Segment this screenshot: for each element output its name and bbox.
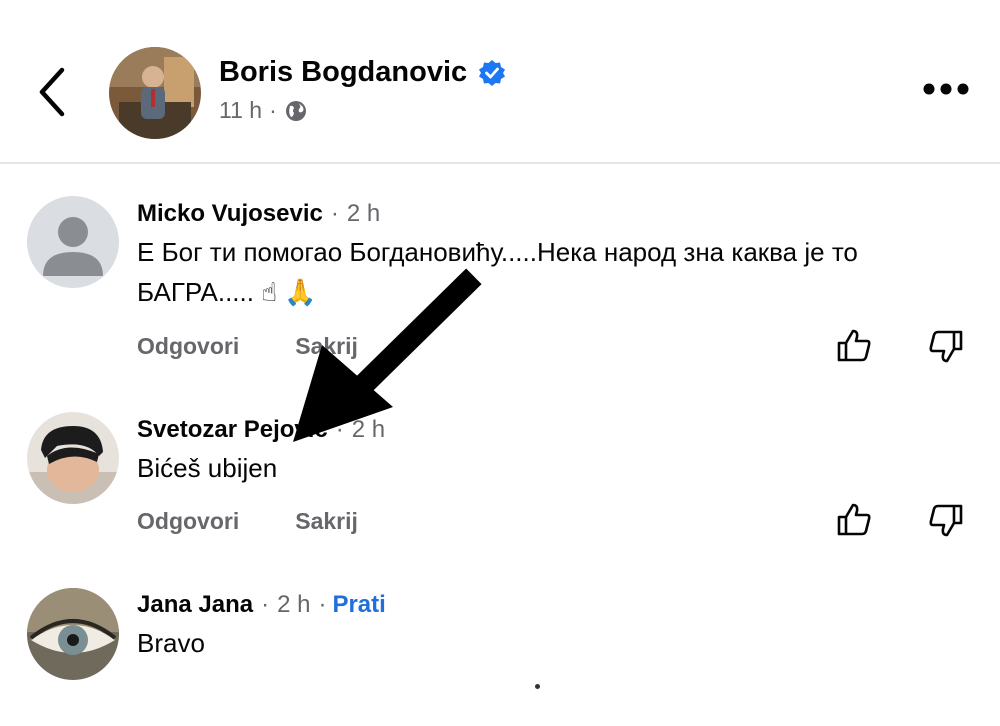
author-avatar[interactable] — [109, 47, 201, 139]
commenter-avatar[interactable] — [27, 412, 119, 504]
commenter-name[interactable]: Svetozar Pejovic — [137, 416, 328, 444]
thumbs-up-icon[interactable] — [836, 327, 872, 363]
commenter-name[interactable]: Jana Jana — [137, 591, 253, 619]
thumbs-up-icon[interactable] — [836, 501, 872, 537]
comment-header: Svetozar Pejovic · 2 h — [137, 416, 386, 444]
post-meta: 11 h · — [219, 97, 308, 124]
meta-separator: · — [269, 97, 277, 123]
thumbs-down-icon[interactable] — [928, 503, 964, 539]
hide-button[interactable]: Sakrij — [295, 508, 358, 535]
commenter-name[interactable]: Micko Vujosevic — [137, 200, 323, 228]
comment-text: Bićeš ubijen — [137, 453, 278, 483]
reply-button[interactable]: Odgovori — [137, 333, 239, 360]
back-chevron-icon[interactable] — [34, 66, 74, 118]
comment-time: 2 h — [351, 416, 386, 443]
comment-header: Micko Vujosevic · 2 h — [137, 200, 381, 228]
comment-time: 2 h — [277, 591, 311, 618]
verified-badge-icon — [479, 60, 505, 86]
more-options-icon[interactable] — [922, 80, 970, 98]
scroll-indicator — [535, 684, 540, 689]
comment-text: Е Бог ти помогао Богдановићу.....Нека на… — [137, 237, 858, 307]
follow-button[interactable]: Prati — [332, 591, 385, 619]
comment-time: 2 h — [346, 200, 381, 227]
post-time: 11 h — [219, 97, 263, 123]
commenter-avatar[interactable] — [27, 588, 119, 680]
post-header: Boris Bogdanovic 11 h · — [0, 0, 1000, 164]
comment-actions: Odgovori Sakrij — [137, 333, 414, 360]
comment-header: Jana Jana · 2 h · Prati — [137, 591, 386, 619]
comment-text: Bravo — [137, 628, 205, 658]
thumbs-down-icon[interactable] — [928, 329, 964, 365]
post-author-name[interactable]: Boris Bogdanovic — [219, 56, 467, 89]
globe-icon — [285, 100, 306, 121]
reply-button[interactable]: Odgovori — [137, 508, 239, 535]
commenter-avatar[interactable] — [27, 196, 119, 288]
hide-button[interactable]: Sakrij — [295, 333, 358, 360]
comment-actions: Odgovori Sakrij — [137, 508, 414, 535]
